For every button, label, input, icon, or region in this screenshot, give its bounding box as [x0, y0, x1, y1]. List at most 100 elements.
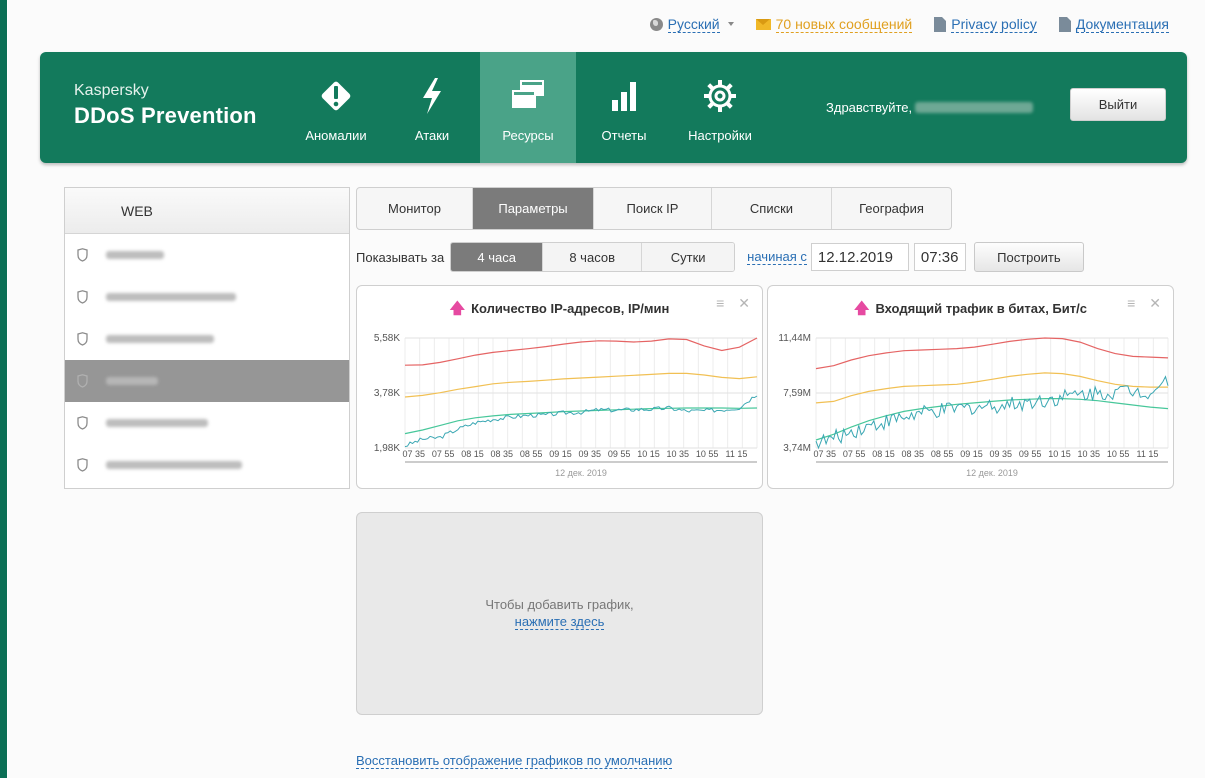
nav-anomalies[interactable]: Аномалии [288, 52, 384, 163]
resource-name-redacted [106, 419, 208, 427]
tab-lists[interactable]: Списки [712, 188, 832, 229]
nav-label: Аномалии [305, 128, 367, 143]
tab-ip-search[interactable]: Поиск IP [594, 188, 712, 229]
envelope-icon [755, 18, 771, 30]
x-tick-label: 08 15 [872, 449, 895, 459]
shield-icon [77, 248, 88, 262]
add-chart-link[interactable]: нажмите здесь [514, 615, 605, 630]
y-tick-label: 11,44M [778, 333, 811, 344]
language-label: Русский [667, 15, 720, 33]
nav-label: Ресурсы [502, 128, 554, 143]
period-selector: 4 часа 8 часов Сутки [450, 242, 736, 272]
add-chart-text: Чтобы добавить график, [485, 597, 634, 612]
chart-card-traffic: 🡅 Входящий трафик в битах, Бит/с ≡ ✕ 11,4… [767, 285, 1174, 489]
time-input[interactable]: 07:36 [913, 243, 966, 271]
period-controls: Показывать за 4 часа 8 часов Сутки начин… [356, 242, 1084, 272]
language-selector[interactable]: Русский [649, 15, 734, 33]
add-chart-placeholder[interactable]: Чтобы добавить график, нажмите здесь [356, 512, 763, 715]
logout-button[interactable]: Выйти [1070, 88, 1166, 121]
period-day[interactable]: Сутки [642, 243, 735, 271]
nav-settings[interactable]: Настройки [672, 52, 768, 163]
build-button[interactable]: Построить [973, 242, 1084, 272]
chart-plot: 5,58K 3,78K 1,98K 07 35 07 55 08 15 08 35 08 55… [374, 333, 758, 478]
shield-icon [77, 416, 88, 430]
document-icon [934, 16, 947, 32]
tab-parameters[interactable]: Параметры [473, 188, 594, 229]
nav-label: Атаки [414, 128, 450, 143]
nav-label: Настройки [688, 128, 752, 143]
list-item-selected[interactable] [65, 360, 349, 402]
x-tick-label: 07 55 [432, 449, 455, 459]
list-item[interactable] [65, 276, 349, 318]
user-greeting: Здравствуйте, [826, 100, 1034, 115]
resource-group-header[interactable]: WEB [65, 188, 349, 234]
restore-defaults-link[interactable]: Восстановить отображение графиков по умо… [356, 753, 673, 769]
app-header: Kaspersky DDoS Prevention Аномалии Атаки… [40, 52, 1187, 163]
x-tick-label: 08 15 [461, 449, 484, 459]
list-item[interactable] [65, 444, 349, 486]
start-from-link[interactable]: начиная с [747, 249, 807, 265]
x-tick-label: 11 15 [726, 449, 748, 459]
shield-icon [77, 332, 88, 346]
windows-icon [508, 76, 548, 116]
period-4h[interactable]: 4 часа [451, 243, 544, 271]
nav-label: Отчеты [601, 128, 647, 143]
nav-attacks[interactable]: Атаки [384, 52, 480, 163]
x-tick-label: 08 55 [520, 449, 543, 459]
y-tick-label: 3,78K [374, 388, 400, 399]
username-redacted [915, 102, 1034, 113]
messages-link[interactable]: 70 новых сообщений [755, 16, 913, 33]
gear-icon [702, 76, 738, 116]
resource-name-redacted [106, 293, 236, 301]
x-tick-label: 07 35 [814, 449, 837, 459]
x-tick-label: 08 35 [902, 449, 925, 459]
brand-logo: Kaspersky DDoS Prevention [74, 82, 257, 129]
x-tick-label: 10 15 [637, 449, 660, 459]
docs-link[interactable]: Документация [1058, 16, 1169, 33]
chart-card-ip: 🡅 Количество IP-адресов, IP/мин ≡ ✕ 5,58K… [356, 285, 763, 489]
x-tick-label: 08 55 [931, 449, 954, 459]
x-tick-label: 11 15 [1137, 449, 1159, 459]
brand-line1: Kaspersky [74, 82, 149, 99]
period-8h[interactable]: 8 часов [543, 243, 643, 271]
bar-chart-icon [609, 76, 639, 116]
tab-geography[interactable]: География [832, 188, 951, 229]
privacy-link[interactable]: Privacy policy [934, 16, 1037, 33]
x-tick-label: 10 55 [696, 449, 719, 459]
x-tick-label: 09 35 [579, 449, 602, 459]
x-tick-label: 09 35 [990, 449, 1013, 459]
list-item[interactable] [65, 318, 349, 360]
x-tick-label: 09 55 [1019, 449, 1042, 459]
x-tick-label: 09 15 [960, 449, 983, 459]
chevron-down-icon [727, 22, 734, 26]
resource-name-redacted [106, 335, 214, 343]
x-tick-label: 08 35 [491, 449, 514, 459]
y-tick-label: 3,74M [783, 443, 811, 454]
date-label: 12 дек. 2019 [966, 468, 1018, 478]
x-tick-label: 10 55 [1107, 449, 1130, 459]
list-item[interactable] [65, 402, 349, 444]
resource-name-redacted [106, 461, 242, 469]
period-label: Показывать за [356, 249, 445, 265]
y-tick-label: 1,98K [374, 443, 400, 454]
nav-resources[interactable]: Ресурсы [480, 52, 576, 163]
lightning-icon [417, 76, 447, 116]
resource-name-redacted [106, 251, 164, 259]
y-tick-label: 5,58K [374, 333, 400, 344]
top-links: Русский 70 новых сообщений Privacy polic… [649, 14, 1169, 34]
privacy-label: Privacy policy [951, 15, 1037, 33]
x-tick-label: 07 35 [403, 449, 426, 459]
nav-reports[interactable]: Отчеты [576, 52, 672, 163]
date-input[interactable]: 12.12.2019 [810, 243, 909, 271]
globe-icon [649, 17, 663, 31]
resource-name-redacted [106, 377, 158, 385]
alert-diamond-icon [317, 76, 355, 116]
date-label: 12 дек. 2019 [555, 468, 607, 478]
y-tick-label: 7,59M [783, 388, 811, 399]
x-tick-label: 10 35 [667, 449, 690, 459]
x-tick-label: 09 15 [549, 449, 572, 459]
x-tick-label: 09 55 [608, 449, 631, 459]
chart-plot: 11,44M 7,59M 3,74M 07 35 07 55 08 15 08 35 08 5… [778, 333, 1169, 478]
tab-monitor[interactable]: Монитор [357, 188, 473, 229]
list-item[interactable] [65, 234, 349, 276]
